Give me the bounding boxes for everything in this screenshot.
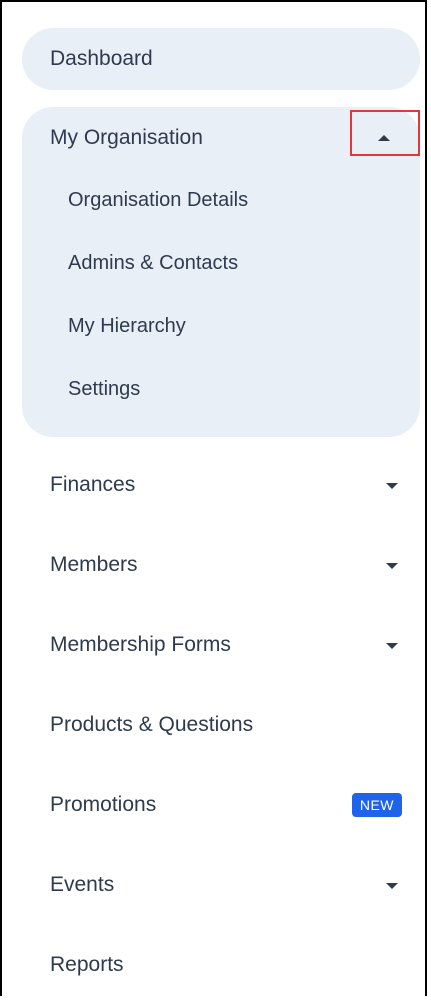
nav-item-label: Members bbox=[50, 553, 138, 576]
subnav-item-my-hierarchy[interactable]: My Hierarchy bbox=[22, 295, 420, 358]
nav-item-label: Reports bbox=[50, 953, 124, 976]
subnav-item-label: My Hierarchy bbox=[68, 315, 186, 337]
new-badge: NEW bbox=[351, 793, 402, 817]
nav-group-my-organisation: My Organisation Organisation Details Adm… bbox=[22, 107, 420, 437]
subnav-item-label: Admins & Contacts bbox=[68, 252, 239, 274]
nav-item-members[interactable]: Members bbox=[22, 525, 420, 605]
nav-item-membership-forms[interactable]: Membership Forms bbox=[22, 605, 420, 685]
chevron-down-icon[interactable] bbox=[386, 883, 398, 889]
subnav-item-admins-contacts[interactable]: Admins & Contacts bbox=[22, 232, 420, 295]
nav-item-products-questions[interactable]: Products & Questions bbox=[22, 685, 420, 765]
nav-item-label: My Organisation bbox=[50, 126, 203, 149]
chevron-down-icon[interactable] bbox=[386, 483, 398, 489]
nav-item-events[interactable]: Events bbox=[22, 845, 420, 925]
subnav-item-label: Settings bbox=[68, 378, 141, 400]
nav-item-finances[interactable]: Finances bbox=[22, 445, 420, 525]
nav-item-label: Events bbox=[50, 873, 115, 896]
subnav-item-organisation-details[interactable]: Organisation Details bbox=[22, 169, 420, 232]
annotation-highlight-box bbox=[350, 110, 420, 156]
nav-item-label: Promotions bbox=[50, 793, 157, 816]
nav-item-promotions[interactable]: Promotions NEW bbox=[22, 765, 420, 845]
nav-item-label: Products & Questions bbox=[50, 713, 254, 736]
nav-item-dashboard[interactable]: Dashboard bbox=[22, 28, 420, 90]
nav-item-label: Dashboard bbox=[50, 47, 153, 70]
chevron-down-icon[interactable] bbox=[386, 563, 398, 569]
nav-item-label: Finances bbox=[50, 473, 136, 496]
subnav-item-settings[interactable]: Settings bbox=[22, 358, 420, 421]
chevron-down-icon[interactable] bbox=[386, 643, 398, 649]
nav-item-reports[interactable]: Reports bbox=[22, 925, 420, 1005]
sidebar-nav: Dashboard My Organisation Organisation D… bbox=[22, 28, 420, 1005]
nav-item-label: Membership Forms bbox=[50, 633, 231, 656]
subnav-item-label: Organisation Details bbox=[68, 189, 249, 211]
chevron-up-icon[interactable] bbox=[378, 135, 390, 141]
nav-item-my-organisation[interactable]: My Organisation bbox=[22, 107, 420, 169]
